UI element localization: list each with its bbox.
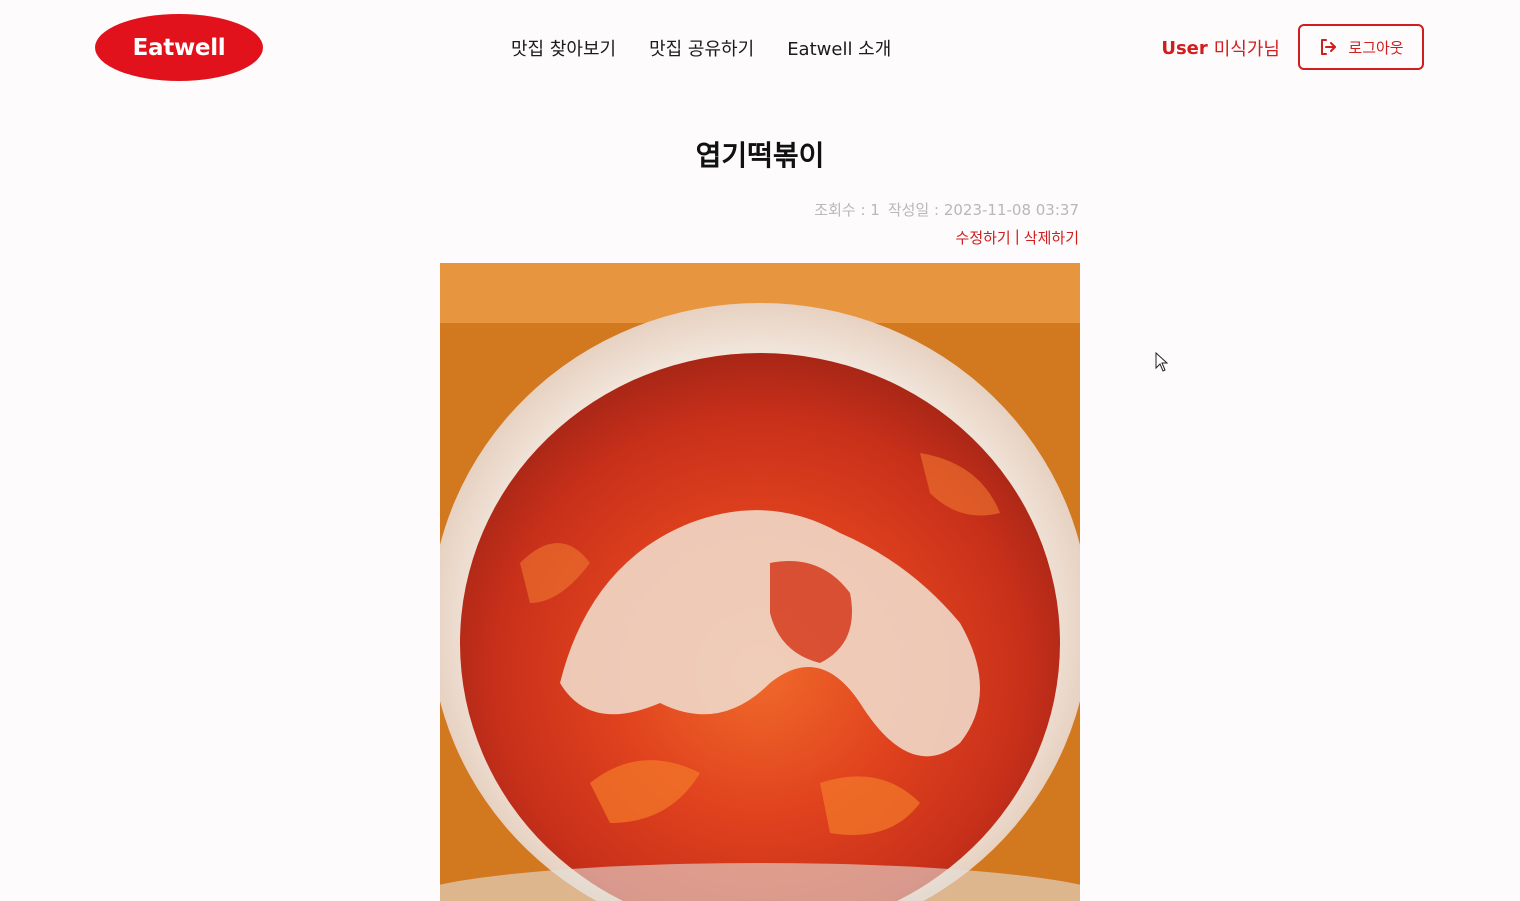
- logout-label: 로그아웃: [1348, 38, 1404, 57]
- post-actions: 수정하기 | 삭제하기: [956, 227, 1079, 248]
- logout-button[interactable]: 로그아웃: [1298, 24, 1424, 70]
- mouse-cursor-icon: [1155, 351, 1169, 376]
- delete-link[interactable]: 삭제하기: [1024, 227, 1079, 248]
- user-greeting: User 미식가님: [1161, 35, 1280, 61]
- logout-icon: [1318, 37, 1338, 57]
- logo[interactable]: Eatwell: [95, 14, 263, 81]
- page: Eatwell 맛집 찾아보기 맛집 공유하기 Eatwell 소개 User …: [0, 0, 1520, 901]
- post-meta: 조회수 : 1 작성일 : 2023-11-08 03:37: [814, 199, 1079, 220]
- nav-about-eatwell[interactable]: Eatwell 소개: [787, 35, 891, 61]
- tteokbokki-photo: [440, 263, 1080, 901]
- post-date: 작성일 : 2023-11-08 03:37: [887, 201, 1079, 219]
- main-nav: 맛집 찾아보기 맛집 공유하기 Eatwell 소개: [511, 34, 891, 62]
- logo-text: Eatwell: [132, 34, 226, 61]
- user-title: 미식가님: [1213, 39, 1280, 60]
- post-title: 엽기떡볶이: [695, 139, 825, 172]
- action-separator: |: [1014, 227, 1020, 245]
- nav-share-restaurants[interactable]: 맛집 공유하기: [649, 35, 754, 61]
- edit-link[interactable]: 수정하기: [956, 227, 1011, 248]
- user-name: User: [1161, 37, 1208, 59]
- nav-find-restaurants[interactable]: 맛집 찾아보기: [511, 35, 616, 61]
- view-count: 조회수 : 1: [814, 201, 880, 219]
